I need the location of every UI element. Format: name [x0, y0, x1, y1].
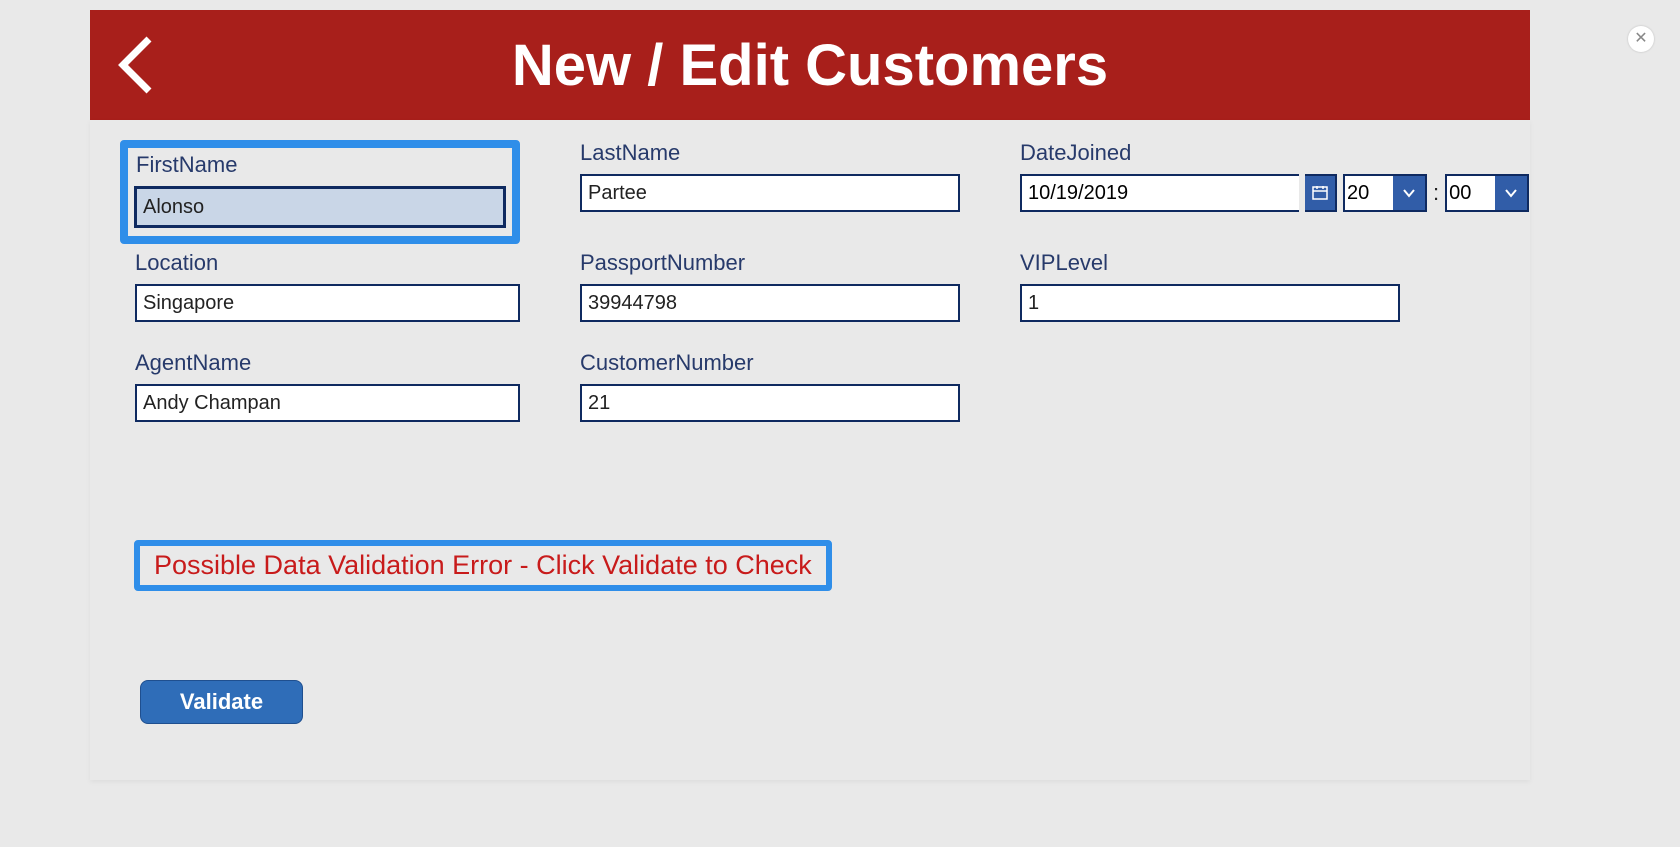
agent-name-group: AgentName — [135, 350, 520, 422]
date-joined-label: DateJoined — [1020, 140, 1420, 166]
minute-value: 00 — [1445, 174, 1495, 212]
page-title: New / Edit Customers — [90, 32, 1530, 99]
last-name-label: LastName — [580, 140, 960, 166]
first-name-field[interactable] — [134, 186, 506, 228]
validate-button[interactable]: Validate — [140, 680, 303, 724]
agent-name-field[interactable] — [135, 384, 520, 422]
page-header: New / Edit Customers — [90, 10, 1530, 120]
validation-status: Possible Data Validation Error - Click V… — [134, 540, 832, 591]
customer-number-field[interactable] — [580, 384, 960, 422]
first-name-group: FirstName — [120, 140, 520, 244]
location-field[interactable] — [135, 284, 520, 322]
chevron-down-icon[interactable] — [1393, 174, 1427, 212]
close-icon: ✕ — [1634, 31, 1647, 47]
first-name-label: FirstName — [134, 152, 506, 178]
passport-number-label: PassportNumber — [580, 250, 960, 276]
vip-level-field[interactable] — [1020, 284, 1400, 322]
minute-dropdown[interactable]: 00 — [1445, 174, 1529, 212]
vip-level-label: VIPLevel — [1020, 250, 1400, 276]
calendar-icon[interactable] — [1305, 174, 1337, 212]
location-label: Location — [135, 250, 520, 276]
hour-value: 20 — [1343, 174, 1393, 212]
location-group: Location — [135, 250, 520, 322]
last-name-group: LastName — [580, 140, 960, 212]
time-separator: : — [1433, 174, 1439, 212]
customer-number-group: CustomerNumber — [580, 350, 960, 422]
passport-number-group: PassportNumber — [580, 250, 960, 322]
chevron-down-icon[interactable] — [1495, 174, 1529, 212]
form-area: FirstName LastName DateJoined 20 — [90, 120, 1530, 780]
agent-name-label: AgentName — [135, 350, 520, 376]
customer-number-label: CustomerNumber — [580, 350, 960, 376]
vip-level-group: VIPLevel — [1020, 250, 1400, 322]
close-button[interactable]: ✕ — [1628, 26, 1654, 52]
date-joined-group: DateJoined 20 : 00 — [1020, 140, 1420, 212]
date-joined-field[interactable] — [1020, 174, 1299, 212]
passport-number-field[interactable] — [580, 284, 960, 322]
hour-dropdown[interactable]: 20 — [1343, 174, 1427, 212]
back-icon[interactable] — [115, 35, 157, 100]
last-name-field[interactable] — [580, 174, 960, 212]
